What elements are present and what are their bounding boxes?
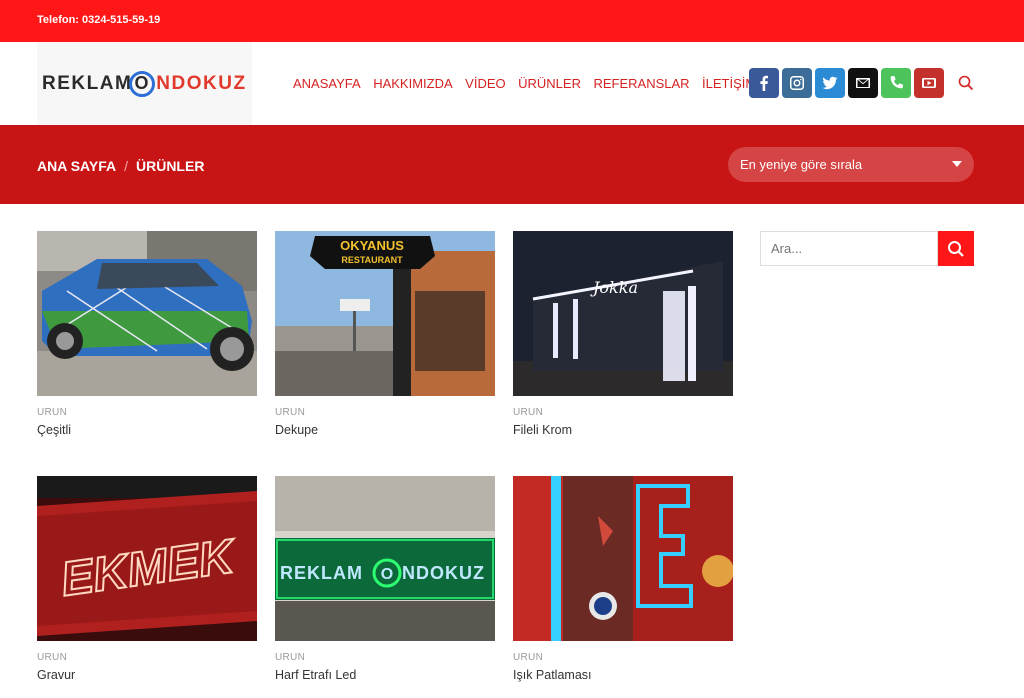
main-nav: ANASAYFA HAKKIMIZDA VİDEO ÜRÜNLER REFERA… xyxy=(293,76,781,91)
top-bar: Telefon: 0324-515-59-19 xyxy=(0,0,1024,42)
search-submit-button[interactable] xyxy=(938,231,974,266)
logo-text-part2: NDOKUZ xyxy=(156,72,247,94)
social-links xyxy=(749,68,944,98)
site-header: REKLAM O NDOKUZ ANASAYFA HAKKIMIZDA VİDE… xyxy=(0,42,1024,125)
sign-text-part1: REKLAM xyxy=(280,563,363,583)
product-name[interactable]: Çeşitli xyxy=(37,423,257,437)
nav-item-hakkimizda[interactable]: HAKKIMIZDA xyxy=(373,76,452,91)
product-category: URUN xyxy=(37,652,68,663)
logo-ring: O xyxy=(129,70,156,97)
logo: REKLAM O NDOKUZ xyxy=(42,70,247,97)
sort-select[interactable]: En yeniye göre sırala xyxy=(728,147,974,182)
sign-text-ring: O xyxy=(381,566,393,583)
product-card[interactable]: REKLAM O NDOKUZ URUN Harf Etrafı Led xyxy=(275,476,495,682)
phone-number[interactable]: Telefon: 0324-515-59-19 xyxy=(37,14,160,26)
search-icon xyxy=(948,240,964,257)
product-card[interactable]: Jokka URUN Fileli Krom xyxy=(513,231,733,437)
breadcrumb-separator: / xyxy=(124,158,128,174)
product-name[interactable]: Dekupe xyxy=(275,423,495,437)
product-category: URUN xyxy=(513,652,544,663)
phone-button[interactable] xyxy=(881,68,911,98)
sign-line1-text: OKYANUS xyxy=(340,238,404,253)
sort-select-value: En yeniye göre sırala xyxy=(740,157,863,172)
product-category: URUN xyxy=(37,407,68,418)
twitter-icon xyxy=(822,76,838,90)
nav-item-video[interactable]: VİDEO xyxy=(465,76,505,91)
product-category: URUN xyxy=(513,407,544,418)
email-button[interactable] xyxy=(848,68,878,98)
product-card[interactable]: URUN Çeşitli xyxy=(37,231,257,437)
sign-line2-text: RESTAURANT xyxy=(341,255,403,265)
product-category: URUN xyxy=(275,407,306,418)
product-image[interactable]: EKMEK xyxy=(37,476,257,641)
product-image[interactable]: OKYANUS RESTAURANT xyxy=(275,231,495,396)
nav-item-anasayfa[interactable]: ANASAYFA xyxy=(293,76,361,91)
product-name[interactable]: Fileli Krom xyxy=(513,423,733,437)
envelope-icon xyxy=(856,78,870,88)
youtube-icon xyxy=(922,78,936,88)
instagram-button[interactable] xyxy=(782,68,812,98)
logo-text-part1: REKLAM xyxy=(42,72,133,94)
product-category: URUN xyxy=(275,652,306,663)
product-image[interactable] xyxy=(513,476,733,641)
facebook-icon xyxy=(760,75,768,91)
product-image[interactable]: REKLAM O NDOKUZ xyxy=(275,476,495,641)
twitter-button[interactable] xyxy=(815,68,845,98)
youtube-button[interactable] xyxy=(914,68,944,98)
nav-item-urunler[interactable]: ÜRÜNLER xyxy=(518,76,581,91)
logo-link[interactable]: REKLAM O NDOKUZ xyxy=(37,42,252,125)
breadcrumb: ANA SAYFA / ÜRÜNLER xyxy=(37,158,204,174)
product-name[interactable]: Gravur xyxy=(37,668,257,682)
product-name[interactable]: Işık Patlaması xyxy=(513,668,733,682)
product-image[interactable]: Jokka xyxy=(513,231,733,396)
product-card[interactable]: EKMEK URUN Gravur xyxy=(37,476,257,682)
phone-icon xyxy=(890,76,903,89)
breadcrumb-home[interactable]: ANA SAYFA xyxy=(37,158,116,174)
breadcrumb-current: ÜRÜNLER xyxy=(135,158,205,174)
product-card[interactable]: URUN Işık Patlaması xyxy=(513,476,733,682)
search-input[interactable] xyxy=(760,231,938,266)
sign-text: Jokka xyxy=(590,278,638,297)
instagram-icon xyxy=(790,76,804,90)
product-name[interactable]: Harf Etrafı Led xyxy=(275,668,495,682)
caret-down-icon xyxy=(952,161,962,167)
sign-text-part2: NDOKUZ xyxy=(402,563,485,583)
product-card[interactable]: OKYANUS RESTAURANT URUN Dekupe xyxy=(275,231,495,437)
facebook-button[interactable] xyxy=(749,68,779,98)
nav-item-referanslar[interactable]: REFERANSLAR xyxy=(593,76,689,91)
product-image[interactable] xyxy=(37,231,257,396)
search-icon[interactable] xyxy=(958,75,974,91)
sidebar-search xyxy=(760,231,974,266)
